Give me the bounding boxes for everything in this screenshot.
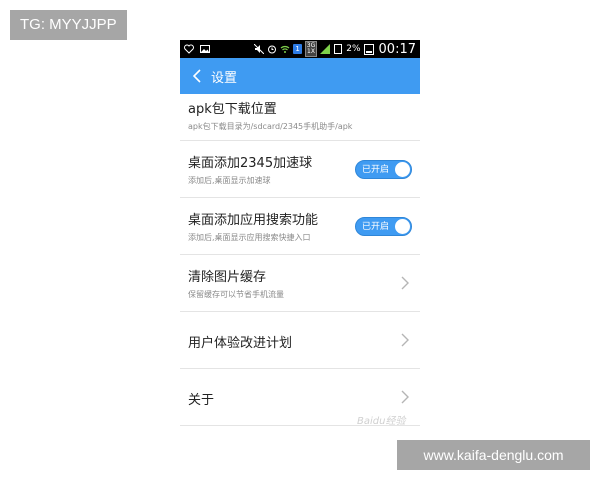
setting-user-experience[interactable]: 用户体验改进计划 [180,312,420,369]
setting-speed-ball: 桌面添加2345加速球 添加后,桌面显示加速球 已开启 [180,141,420,198]
toggle-knob [395,162,410,177]
alarm-icon [268,45,277,54]
app-search-toggle[interactable]: 已开启 [355,217,412,236]
status-bar: 1 3G 1X 2% 00:17 [180,40,420,58]
setting-apk-location[interactable]: apk包下载位置 apk包下载目录为/sdcard/2345手机助手/apk [180,94,420,141]
chevron-right-icon [401,390,409,404]
chevron-left-icon [193,69,201,83]
image-icon [200,45,210,53]
chevron-right-icon [401,333,409,347]
heart-icon [184,44,194,54]
app-bar: 设置 [180,58,420,94]
watermark: Baidu经验 [357,416,406,427]
speed-ball-toggle[interactable]: 已开启 [355,160,412,179]
notification-count-badge: 1 [293,44,302,54]
page-title: 设置 [211,70,238,86]
mute-icon [254,44,265,54]
toggle-label: 已开启 [362,165,390,175]
overlay-url: www.kaifa-denglu.com [397,440,590,470]
sim-icon [334,44,343,54]
setting-title: 关于 [188,393,215,408]
settings-list: apk包下载位置 apk包下载目录为/sdcard/2345手机助手/apk 桌… [180,94,420,426]
setting-subtitle: 保留缓存可以节省手机流量 [188,290,284,299]
setting-subtitle: 添加后,桌面显示应用搜索快捷入口 [188,233,311,242]
setting-title: 桌面添加2345加速球 [188,156,313,171]
clock: 00:17 [378,41,416,57]
chevron-right-icon [401,276,409,290]
setting-title: 桌面添加应用搜索功能 [188,213,319,228]
battery-icon [363,43,374,55]
back-button[interactable] [188,66,206,86]
setting-title: 用户体验改进计划 [188,336,293,351]
overlay-tag: TG: MYYJJPP [10,10,127,40]
setting-clear-image-cache[interactable]: 清除图片缓存 保留缓存可以节省手机流量 [180,255,420,312]
battery-percent: 2% [346,44,361,54]
toggle-knob [395,219,410,234]
signal-icon [320,44,331,54]
setting-subtitle: 添加后,桌面显示加速球 [188,176,271,185]
wifi-icon [280,45,290,53]
setting-app-search: 桌面添加应用搜索功能 添加后,桌面显示应用搜索快捷入口 已开启 [180,198,420,255]
setting-title: apk包下载位置 [188,102,277,117]
toggle-label: 已开启 [362,222,390,232]
setting-title: 清除图片缓存 [188,270,267,285]
network-3g-icon: 3G 1X [304,41,318,57]
setting-subtitle: apk包下载目录为/sdcard/2345手机助手/apk [188,122,353,131]
phone-screen: 1 3G 1X 2% 00:17 设置 apk包下载位置 apk包下载目录为/s… [180,40,420,430]
